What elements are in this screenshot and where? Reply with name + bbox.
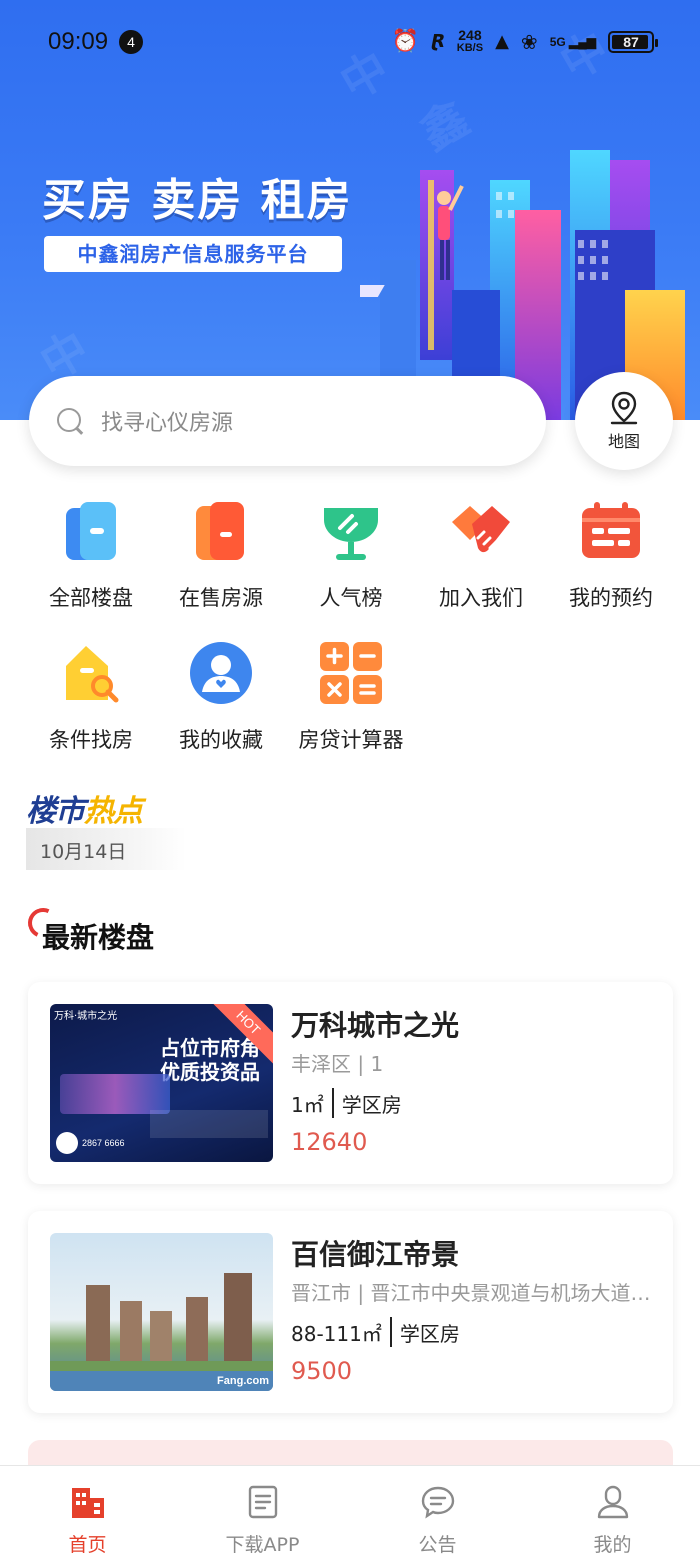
- battery-icon: 87: [608, 31, 658, 53]
- calculator-icon: [320, 642, 382, 704]
- tower: [186, 1297, 208, 1365]
- menu-label: 条件找房: [49, 728, 133, 752]
- listing-tag: 学区房: [341, 1092, 402, 1117]
- thumb-watermark: Fang.com: [217, 1375, 269, 1387]
- banner-subtitle: 中鑫润房产信息服务平台: [44, 236, 342, 272]
- menu-join-us[interactable]: 加入我们: [416, 498, 546, 612]
- thumb-info-strip: [150, 1110, 268, 1138]
- user-heart-icon: [190, 642, 252, 704]
- tower: [120, 1301, 142, 1365]
- signal-indicator: 5G ▂▄▆: [549, 35, 596, 49]
- listing-card[interactable]: Fang.com 百信御江帝景 晋江市 | 晋江市中央景观道与机场大道交汇处 8…: [28, 1211, 673, 1413]
- menu-filter-search[interactable]: 条件找房: [26, 640, 156, 754]
- divider: [331, 1088, 334, 1118]
- thumb-brand: 万科·城市之光: [54, 1011, 118, 1022]
- net-speed-unit: KB/S: [456, 42, 484, 54]
- hot-news-title[interactable]: 楼市热点: [26, 786, 143, 830]
- bottom-tab-bar: 首页 下载APP 公告 我的: [0, 1465, 700, 1565]
- menu-label: 全部楼盘: [49, 586, 133, 610]
- search-input[interactable]: 找寻心仪房源: [101, 405, 233, 437]
- hot-news-date-text: 10月14日: [40, 841, 127, 863]
- hot-news-date: 10月14日: [26, 828, 186, 870]
- tab-label: 我的: [593, 1534, 632, 1556]
- listing-spec: 88-111㎡ 学区房: [291, 1317, 460, 1347]
- hd-icon: ▲: [495, 31, 509, 52]
- listing-price: 12640: [291, 1128, 368, 1156]
- alarm-icon: ⏰: [391, 29, 419, 54]
- calendar-icon: [582, 502, 640, 558]
- listing-location: 晋江市 | 晋江市中央景观道与机场大道交汇处: [291, 1281, 661, 1305]
- listing-card[interactable]: 万科·城市之光 占位市府角 优质投资品 2867 6666 HOT 万科城市之光…: [28, 982, 673, 1184]
- menu-for-sale[interactable]: 在售房源: [156, 498, 286, 612]
- thumb-logo: [56, 1132, 78, 1154]
- menu-all-properties[interactable]: 全部楼盘: [26, 498, 156, 612]
- tab-label: 首页: [68, 1534, 107, 1556]
- listing-spec: 1㎡ 学区房: [291, 1088, 402, 1118]
- user-icon: [597, 1485, 628, 1519]
- tower: [150, 1311, 172, 1365]
- map-label: 地图: [607, 432, 640, 451]
- building-icon: [71, 1488, 104, 1518]
- tab-announcements[interactable]: 公告: [350, 1466, 525, 1565]
- chat-bubble-icon: [421, 1486, 454, 1519]
- hot-news-title-b: 热点: [84, 794, 143, 829]
- network-type: 5G: [549, 35, 566, 49]
- map-button[interactable]: 地图: [575, 372, 673, 470]
- document-icon: [248, 1485, 277, 1519]
- riverbank: [50, 1361, 273, 1371]
- nfc-icon: Ɽ: [430, 31, 445, 52]
- hot-news-title-a: 楼市: [26, 794, 85, 829]
- tab-label: 公告: [418, 1534, 457, 1556]
- thumb-phone: 2867 6666: [82, 1138, 125, 1148]
- listing-name: 万科城市之光: [291, 1009, 460, 1042]
- menu-popular[interactable]: 人气榜: [286, 498, 416, 612]
- listing-area: 1㎡: [291, 1092, 324, 1117]
- listing-tag: 学区房: [399, 1321, 460, 1346]
- battery-cap: [655, 39, 658, 47]
- listing-thumbnail: Fang.com: [50, 1233, 273, 1391]
- search-icon: [55, 406, 85, 436]
- listing-name: 百信御江帝景: [291, 1238, 460, 1271]
- handshake-icon: [452, 506, 510, 553]
- city-illustration: [360, 150, 685, 420]
- tab-download-app[interactable]: 下载APP: [175, 1466, 350, 1565]
- divider: [389, 1317, 392, 1347]
- house-search-icon: [66, 646, 119, 703]
- tab-home[interactable]: 首页: [0, 1466, 175, 1565]
- listing-area: 88-111㎡: [291, 1321, 382, 1346]
- thumb-skyline: [60, 1074, 170, 1114]
- status-time: 09:09: [48, 28, 109, 55]
- building-icon: [66, 502, 116, 560]
- banner-slogan: 买房 卖房 租房: [42, 175, 353, 226]
- search-bar[interactable]: 找寻心仪房源: [29, 376, 546, 466]
- thumb-headline-2: 优质投资品: [160, 1060, 260, 1084]
- menu-mortgage-calculator[interactable]: 房贷计算器: [286, 640, 416, 754]
- door-icon: [196, 502, 244, 560]
- battery-level: 87: [623, 34, 639, 50]
- location-pin-icon: [610, 391, 638, 425]
- listing-location: 丰泽区 | 1: [291, 1052, 384, 1076]
- menu-label: 人气榜: [319, 586, 383, 610]
- tower: [86, 1285, 110, 1365]
- tower: [224, 1273, 252, 1365]
- menu-label: 我的预约: [569, 586, 653, 610]
- listing-thumbnail: 万科·城市之光 占位市府角 优质投资品 2867 6666 HOT: [50, 1004, 273, 1162]
- status-bar: 09:09 4 ⏰ Ɽ 248 KB/S ▲ ❀ 5G ▂▄▆ 87: [0, 0, 700, 80]
- net-speed: 248 KB/S: [456, 27, 484, 54]
- notification-badge: 4: [119, 30, 143, 54]
- menu-my-appointments[interactable]: 我的预约: [546, 498, 676, 612]
- tab-profile[interactable]: 我的: [525, 1466, 700, 1565]
- menu-my-favorites[interactable]: 我的收藏: [156, 640, 286, 754]
- section-title-latest: 最新楼盘: [42, 921, 155, 954]
- lotus-icon: ❀: [520, 30, 538, 54]
- menu-label: 在售房源: [179, 586, 263, 610]
- tab-label: 下载APP: [225, 1534, 300, 1556]
- menu-label: 加入我们: [439, 586, 523, 610]
- trophy-icon: [324, 508, 378, 560]
- listing-price: 9500: [291, 1357, 353, 1385]
- menu-label: 房贷计算器: [298, 728, 404, 752]
- hero-banner: 中 中 鑫 中 09:09 4 ⏰ Ɽ 248 KB/S ▲ ❀ 5G ▂▄▆ …: [0, 0, 700, 420]
- menu-label: 我的收藏: [179, 728, 263, 752]
- net-speed-value: 248: [458, 27, 482, 43]
